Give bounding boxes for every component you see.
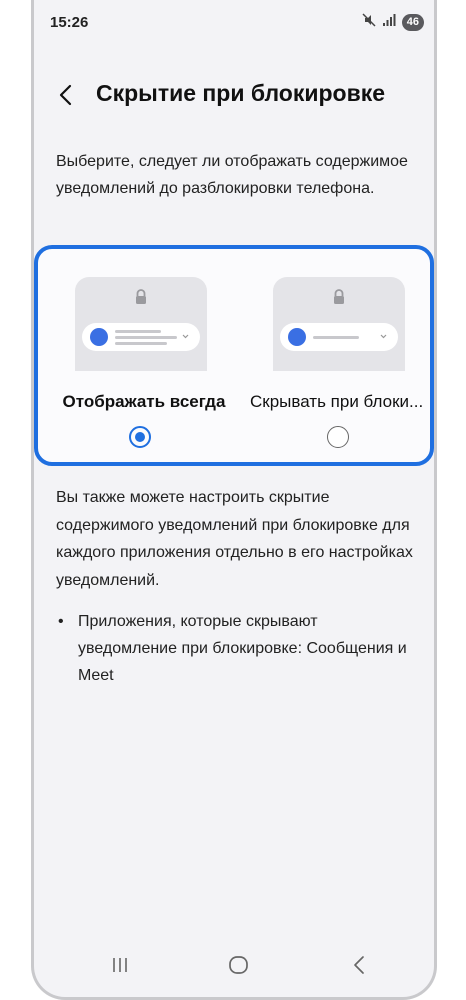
back-button[interactable] — [52, 80, 82, 110]
home-button[interactable] — [228, 955, 250, 980]
bullet-icon: • — [58, 613, 64, 630]
description-text: Выберите, следует ли отображать содержим… — [56, 153, 408, 197]
battery-icon: 46 — [401, 14, 424, 31]
preview-show-always — [75, 277, 207, 371]
notification-line — [115, 330, 161, 333]
notification-line — [313, 336, 359, 339]
notification-app-icon — [288, 328, 306, 346]
mute-icon — [362, 13, 376, 32]
list-item: • Приложения, которые скрывают уведомлен… — [56, 608, 416, 689]
notification-line — [115, 336, 177, 339]
back-icon — [354, 956, 364, 974]
radio-show-always-selected[interactable] — [129, 426, 151, 448]
notification-preview — [280, 323, 398, 351]
chevron-left-icon — [59, 84, 72, 106]
radio-hide-on-lock[interactable] — [327, 426, 349, 448]
chevron-down-icon — [380, 334, 387, 339]
chevron-down-icon — [182, 334, 189, 339]
info-text: Вы также можете настроить скрытие содерж… — [56, 489, 413, 589]
recents-button[interactable] — [110, 955, 130, 980]
nav-back-button[interactable] — [350, 955, 370, 980]
option-label-show-always: Отображать всегда — [62, 392, 226, 411]
signal-icon — [382, 13, 396, 32]
preview-hide-on-lock — [273, 277, 405, 371]
option-label-hide-on-lock: Скрывать при блоки... — [250, 392, 424, 411]
option-show-always[interactable]: Отображать всегда — [38, 249, 238, 462]
options-card: Отображать всегда Скрывать при блоки... — [34, 245, 434, 466]
bullet-list: • Приложения, которые скрывают уведомлен… — [56, 608, 416, 689]
status-bar: 15:26 46 — [34, 0, 434, 48]
home-icon — [229, 956, 248, 974]
bullet-text: Приложения, которые скрывают уведомление… — [78, 613, 407, 684]
navigation-bar — [34, 947, 434, 987]
lock-icon — [334, 289, 344, 304]
page-title: Скрытие при блокировке — [96, 80, 386, 106]
status-time: 15:26 — [50, 14, 89, 31]
notification-line — [115, 342, 167, 345]
phone-screen: 15:26 46 Скрытие при блокировке Выберите… — [31, 0, 437, 1000]
status-icons: 46 — [362, 13, 424, 32]
option-hide-on-lock[interactable]: Скрывать при блоки... — [234, 249, 434, 462]
lock-icon — [136, 289, 146, 304]
notification-app-icon — [90, 328, 108, 346]
recents-icon — [113, 958, 127, 972]
page-header: Скрытие при блокировке — [34, 70, 434, 120]
notification-preview — [82, 323, 200, 351]
